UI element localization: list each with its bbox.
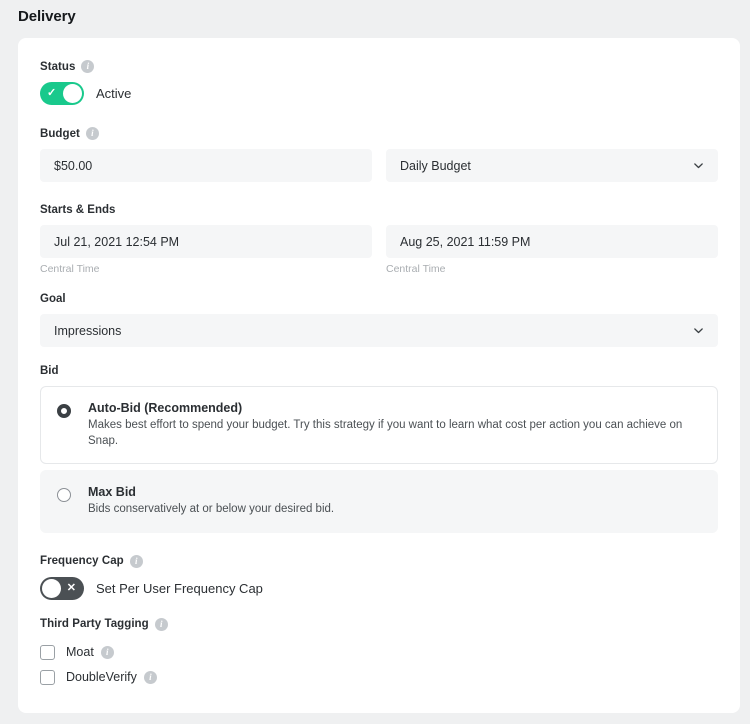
checkbox-doubleverify-label: DoubleVerify i bbox=[66, 670, 157, 684]
frequency-cap-label-text: Frequency Cap bbox=[40, 555, 124, 567]
frequency-cap-toggle-row: ✕ Set Per User Frequency Cap bbox=[40, 577, 718, 600]
chevron-down-icon bbox=[693, 160, 704, 171]
checkbox-row-doubleverify[interactable]: DoubleVerify i bbox=[40, 665, 718, 690]
bid-option-auto-description: Makes best effort to spend your budget. … bbox=[88, 418, 701, 449]
checkbox-moat-label-text: Moat bbox=[66, 645, 94, 659]
third-party-tagging-label: Third Party Tagging i bbox=[40, 618, 718, 631]
schedule-label: Starts & Ends bbox=[40, 204, 718, 216]
end-timezone: Central Time bbox=[386, 263, 718, 275]
bid-option-auto[interactable]: Auto-Bid (Recommended) Makes best effort… bbox=[40, 386, 718, 464]
goal-label: Goal bbox=[40, 293, 718, 305]
chevron-down-icon bbox=[693, 325, 704, 336]
start-date-value: Jul 21, 2021 12:54 PM bbox=[54, 235, 179, 249]
schedule-start-col: Jul 21, 2021 12:54 PM Central Time bbox=[40, 225, 372, 275]
goal-value: Impressions bbox=[54, 324, 121, 338]
bid-option-max-title: Max Bid bbox=[88, 485, 334, 499]
info-icon[interactable]: i bbox=[86, 127, 99, 140]
radio-unselected-icon[interactable] bbox=[57, 488, 71, 502]
bid-label: Bid bbox=[40, 365, 718, 377]
status-label: Status i bbox=[40, 60, 718, 73]
radio-selected-icon[interactable] bbox=[57, 404, 71, 418]
status-toggle[interactable]: ✓ bbox=[40, 82, 84, 105]
status-label-text: Status bbox=[40, 61, 75, 73]
bid-option-max[interactable]: Max Bid Bids conservatively at or below … bbox=[40, 470, 718, 533]
third-party-tagging-label-text: Third Party Tagging bbox=[40, 618, 149, 630]
toggle-knob bbox=[42, 579, 61, 598]
delivery-form: Status i ✓ Active Budget i bbox=[40, 60, 718, 690]
frequency-cap-value: Set Per User Frequency Cap bbox=[96, 581, 263, 596]
budget-type-select[interactable]: Daily Budget bbox=[386, 149, 718, 182]
toggle-knob bbox=[63, 84, 82, 103]
schedule-end-col: Aug 25, 2021 11:59 PM Central Time bbox=[386, 225, 718, 275]
delivery-page: Delivery Status i ✓ Active Budget i bbox=[0, 0, 750, 724]
check-icon: ✓ bbox=[47, 82, 56, 105]
close-icon: ✕ bbox=[67, 577, 76, 600]
status-value: Active bbox=[96, 86, 131, 101]
status-toggle-row: ✓ Active bbox=[40, 82, 718, 105]
budget-amount-input[interactable]: $50.00 bbox=[40, 149, 372, 182]
budget-label: Budget i bbox=[40, 127, 718, 140]
bid-option-max-text: Max Bid Bids conservatively at or below … bbox=[88, 485, 334, 518]
page-title: Delivery bbox=[18, 8, 76, 25]
checkbox-moat[interactable] bbox=[40, 645, 55, 660]
schedule-row: Jul 21, 2021 12:54 PM Central Time Aug 2… bbox=[40, 225, 718, 275]
budget-row: $50.00 Daily Budget bbox=[40, 149, 718, 182]
checkbox-row-moat[interactable]: Moat i bbox=[40, 640, 718, 665]
end-date-input[interactable]: Aug 25, 2021 11:59 PM bbox=[386, 225, 718, 258]
frequency-cap-toggle[interactable]: ✕ bbox=[40, 577, 84, 600]
budget-label-text: Budget bbox=[40, 128, 80, 140]
budget-type-col: Daily Budget bbox=[386, 149, 718, 182]
bid-option-max-description: Bids conservatively at or below your des… bbox=[88, 502, 334, 518]
end-date-value: Aug 25, 2021 11:59 PM bbox=[400, 235, 530, 249]
delivery-card: Status i ✓ Active Budget i bbox=[18, 38, 740, 713]
checkbox-doubleverify[interactable] bbox=[40, 670, 55, 685]
frequency-cap-label: Frequency Cap i bbox=[40, 555, 718, 568]
start-timezone: Central Time bbox=[40, 263, 372, 275]
checkbox-doubleverify-label-text: DoubleVerify bbox=[66, 670, 137, 684]
budget-amount-value: $50.00 bbox=[54, 159, 92, 173]
budget-type-value: Daily Budget bbox=[400, 159, 471, 173]
info-icon[interactable]: i bbox=[155, 618, 168, 631]
info-icon[interactable]: i bbox=[101, 646, 114, 659]
budget-amount-col: $50.00 bbox=[40, 149, 372, 182]
info-icon[interactable]: i bbox=[81, 60, 94, 73]
bid-option-auto-title: Auto-Bid (Recommended) bbox=[88, 401, 701, 415]
checkbox-moat-label: Moat i bbox=[66, 645, 114, 659]
start-date-input[interactable]: Jul 21, 2021 12:54 PM bbox=[40, 225, 372, 258]
bid-option-auto-text: Auto-Bid (Recommended) Makes best effort… bbox=[88, 401, 701, 449]
info-icon[interactable]: i bbox=[144, 671, 157, 684]
info-icon[interactable]: i bbox=[130, 555, 143, 568]
goal-select[interactable]: Impressions bbox=[40, 314, 718, 347]
